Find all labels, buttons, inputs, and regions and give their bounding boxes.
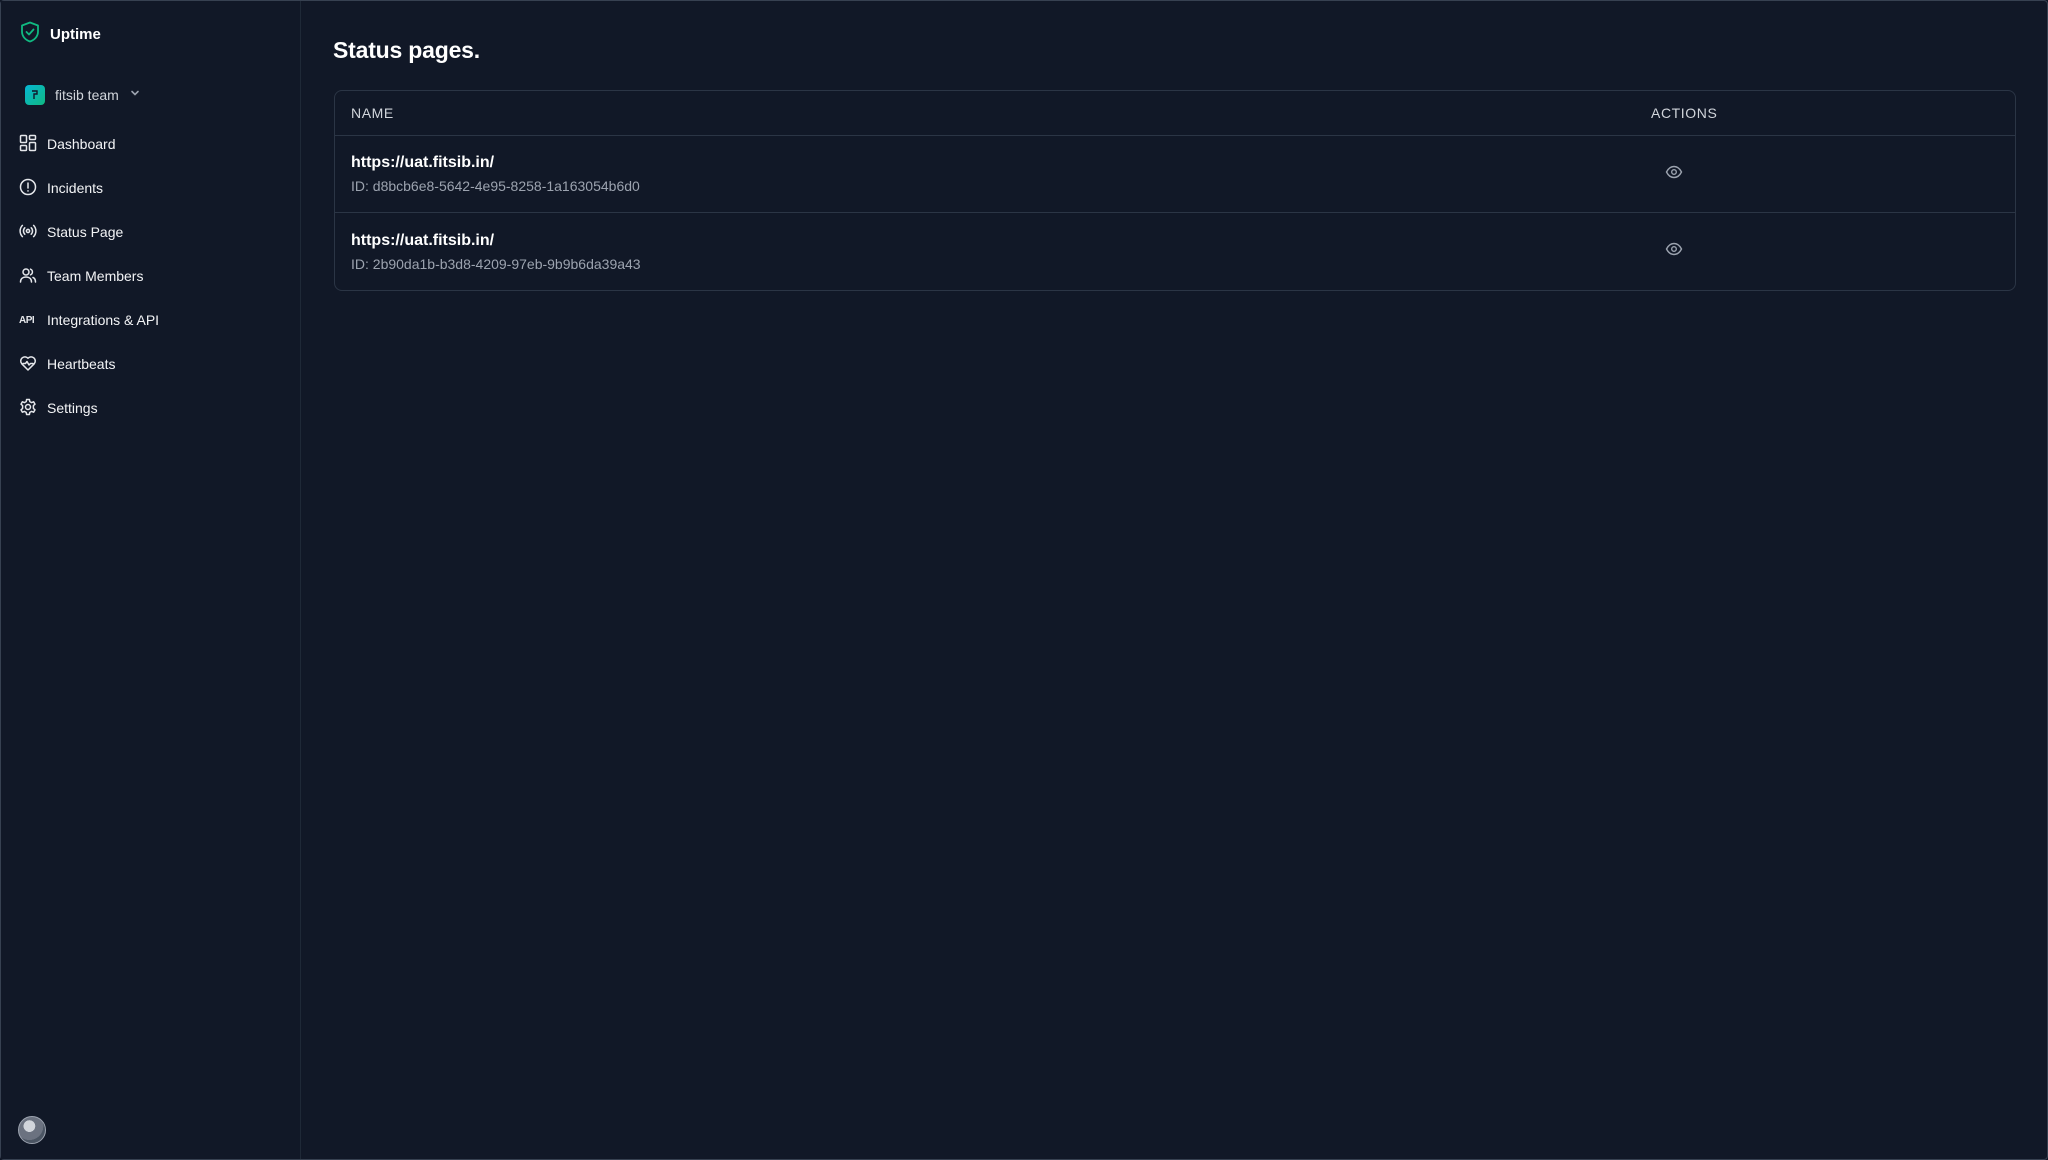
sidebar-item-integrations[interactable]: API Integrations & API xyxy=(19,298,289,342)
heartbeat-icon xyxy=(19,354,37,375)
sidebar-item-label: Settings xyxy=(47,400,98,416)
brand[interactable]: Uptime xyxy=(20,21,101,48)
api-icon: API xyxy=(19,314,35,326)
team-avatar xyxy=(25,85,45,105)
main-content: Status pages. NAME ACTIONS https://uat.f… xyxy=(301,1,2047,1159)
sidebar-item-settings[interactable]: Settings xyxy=(19,386,289,430)
sidebar-item-label: Incidents xyxy=(47,180,104,196)
team-switcher[interactable]: fitsib team xyxy=(25,85,141,105)
user-avatar[interactable] xyxy=(18,1116,46,1144)
sidebar: Uptime fitsib team Dashboard Incidents S… xyxy=(1,1,301,1159)
column-header-actions: ACTIONS xyxy=(1651,105,1718,121)
table-row: https://uat.fitsib.in/ ID: d8bcb6e8-5642… xyxy=(335,136,2015,213)
chevron-down-icon xyxy=(129,86,141,104)
sidebar-nav: Dashboard Incidents Status Page Team Mem… xyxy=(19,122,289,430)
sidebar-item-status-page[interactable]: Status Page xyxy=(19,210,289,254)
sidebar-item-label: Status Page xyxy=(47,224,124,240)
sidebar-item-incidents[interactable]: Incidents xyxy=(19,166,289,210)
table-cell-name: https://uat.fitsib.in/ ID: d8bcb6e8-5642… xyxy=(335,154,1651,194)
users-icon xyxy=(19,266,37,287)
alert-circle-icon xyxy=(19,178,37,199)
status-pages-table: NAME ACTIONS https://uat.fitsib.in/ ID: … xyxy=(334,90,2016,291)
table-cell-name: https://uat.fitsib.in/ ID: 2b90da1b-b3d8… xyxy=(335,232,1651,272)
gear-icon xyxy=(19,398,37,419)
team-name: fitsib team xyxy=(55,87,119,103)
dashboard-icon xyxy=(19,134,37,155)
app-name: Uptime xyxy=(50,26,101,43)
status-page-id: ID: d8bcb6e8-5642-4e95-8258-1a163054b6d0 xyxy=(351,178,640,194)
column-header-name: NAME xyxy=(351,105,394,121)
sidebar-item-label: Heartbeats xyxy=(47,356,116,372)
sidebar-item-label: Team Members xyxy=(47,268,144,284)
status-page-id: ID: 2b90da1b-b3d8-4209-97eb-9b9b6da39a43 xyxy=(351,255,641,272)
page-title: Status pages. xyxy=(333,37,480,63)
table-cell-actions xyxy=(1651,163,2015,186)
status-page-url[interactable]: https://uat.fitsib.in/ xyxy=(351,232,1651,250)
table-row: https://uat.fitsib.in/ ID: 2b90da1b-b3d8… xyxy=(335,213,2015,290)
broadcast-icon xyxy=(19,222,37,243)
sidebar-item-label: Integrations & API xyxy=(47,312,160,328)
eye-icon[interactable] xyxy=(1665,163,1683,181)
sidebar-item-team-members[interactable]: Team Members xyxy=(19,254,289,298)
sidebar-item-label: Dashboard xyxy=(47,136,116,152)
shield-check-icon xyxy=(20,21,40,48)
eye-icon[interactable] xyxy=(1665,240,1683,258)
status-page-url[interactable]: https://uat.fitsib.in/ xyxy=(351,154,1651,172)
table-cell-actions xyxy=(1651,240,2015,263)
sidebar-item-heartbeats[interactable]: Heartbeats xyxy=(19,342,289,386)
sidebar-item-dashboard[interactable]: Dashboard xyxy=(19,122,289,166)
app-window: Uptime fitsib team Dashboard Incidents S… xyxy=(0,0,2048,1160)
table-header: NAME ACTIONS xyxy=(335,91,2015,136)
